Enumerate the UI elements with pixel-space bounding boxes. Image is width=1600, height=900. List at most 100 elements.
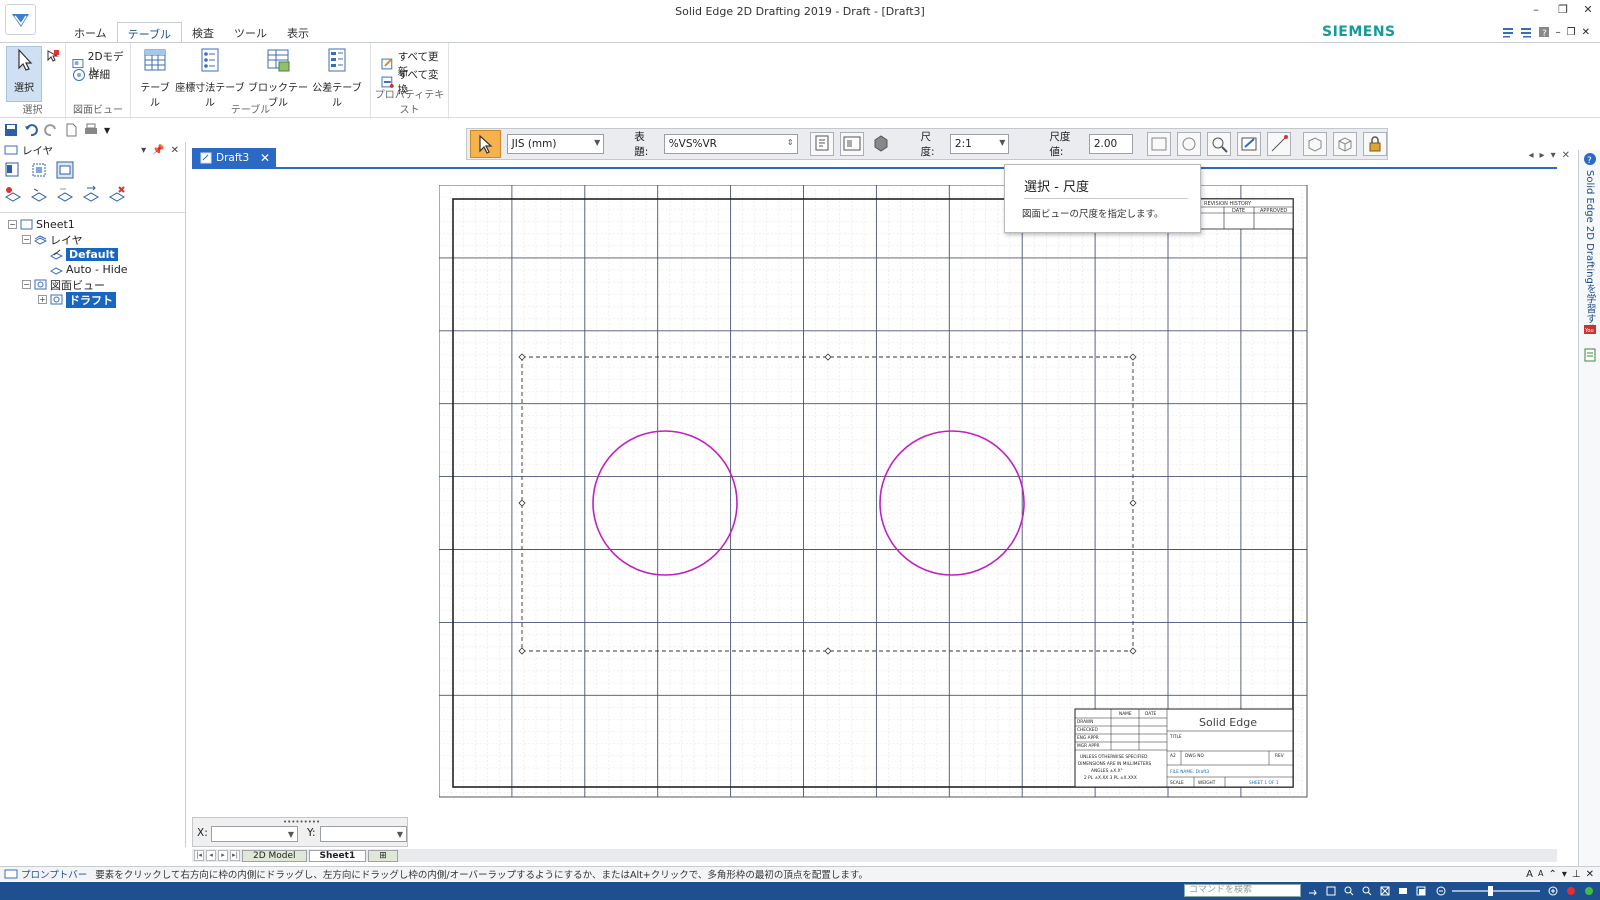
- new-layer-icon[interactable]: [4, 185, 22, 203]
- tree-item-views[interactable]: − 図面ビュー: [0, 277, 185, 292]
- ribbon-close-icon[interactable]: ✕: [1582, 27, 1590, 38]
- zoom-view-icon[interactable]: [1206, 132, 1231, 156]
- layer-tool-icon[interactable]: [4, 161, 22, 179]
- lock-icon[interactable]: [1362, 132, 1387, 156]
- tab-prev-icon[interactable]: ◂: [1529, 150, 1534, 161]
- arrow-icon[interactable]: [1308, 886, 1318, 896]
- document-tab[interactable]: Draft3 ✕: [192, 148, 276, 168]
- collapse-icon[interactable]: −: [8, 220, 17, 229]
- layout2-icon[interactable]: [1520, 26, 1532, 38]
- tol-table-button[interactable]: 公差テーブル: [309, 47, 365, 109]
- close-icon[interactable]: ✕: [1580, 3, 1596, 16]
- scale-value-input[interactable]: 2.00: [1088, 134, 1133, 154]
- notes-icon[interactable]: [1583, 348, 1597, 362]
- view-tool-icon[interactable]: [56, 161, 74, 179]
- prompt-close-icon[interactable]: ✕: [1586, 869, 1594, 880]
- tab-next-icon[interactable]: ▸: [1540, 150, 1545, 161]
- zoom-out-icon[interactable]: [1436, 886, 1446, 896]
- tab-list-icon[interactable]: ▾: [1551, 150, 1556, 161]
- expand-up-icon[interactable]: ⌃: [1548, 869, 1556, 880]
- y-input[interactable]: ▼: [320, 826, 407, 842]
- next-sheet-icon[interactable]: ▸: [218, 850, 228, 861]
- tab-table[interactable]: テーブル: [116, 22, 183, 42]
- pan-icon[interactable]: [1398, 886, 1408, 896]
- minimize-icon[interactable]: –: [1528, 3, 1544, 16]
- drawing-sheet[interactable]: REVISION HISTORY DATE APPROVED NAME DATE…: [439, 185, 1309, 799]
- undo-icon[interactable]: [24, 123, 38, 137]
- redo-icon[interactable]: [44, 123, 58, 137]
- prompt-pin-icon[interactable]: ⊥: [1572, 869, 1581, 880]
- zoom-icon[interactable]: [1344, 886, 1354, 896]
- standard-select[interactable]: JIS (mm) ▼: [506, 134, 605, 154]
- new-sheet-tab-icon[interactable]: ⊞: [368, 849, 398, 862]
- pin-icon[interactable]: 📌: [152, 145, 164, 156]
- zoom-slider[interactable]: [1452, 890, 1540, 892]
- tab-sheet1[interactable]: Sheet1: [308, 849, 367, 862]
- fit-icon[interactable]: [1380, 886, 1390, 896]
- tab-inspect[interactable]: 検査: [182, 22, 224, 42]
- zoom-area-icon[interactable]: [1326, 886, 1336, 896]
- block-table-button[interactable]: ブロックテーブル: [247, 47, 309, 109]
- new-doc-icon[interactable]: [64, 123, 78, 137]
- command-search-input[interactable]: コマンドを検索: [1184, 884, 1301, 897]
- table-button[interactable]: テーブル: [137, 47, 173, 109]
- close-tab-icon[interactable]: ✕: [260, 151, 270, 165]
- tree-item-sheet[interactable]: − Sheet1: [0, 217, 185, 232]
- tree-item-draft[interactable]: + ドラフト: [0, 291, 185, 308]
- help-icon[interactable]: ?: [1538, 26, 1550, 38]
- zoom-fit-icon[interactable]: [1362, 886, 1372, 896]
- qat-dropdown-icon[interactable]: ▼: [104, 126, 110, 135]
- select-tools-icon[interactable]: [46, 49, 60, 63]
- delete-layer-icon[interactable]: [108, 185, 126, 203]
- edit-view-icon[interactable]: [1236, 132, 1261, 156]
- last-sheet-icon[interactable]: ▸|: [230, 850, 240, 861]
- font-smaller-icon[interactable]: A: [1538, 869, 1543, 880]
- zoom-slider-thumb[interactable]: [1488, 886, 1493, 896]
- record-icon[interactable]: [1566, 886, 1576, 896]
- tab-tools[interactable]: ツール: [224, 22, 277, 42]
- view-props-icon[interactable]: [839, 132, 864, 156]
- help-circle-icon[interactable]: ?: [1583, 152, 1597, 166]
- font-larger-icon[interactable]: A: [1526, 869, 1533, 880]
- collapse-icon[interactable]: −: [22, 235, 31, 244]
- select-button[interactable]: 選択: [6, 46, 42, 102]
- tree-item-layers[interactable]: − レイヤ: [0, 232, 185, 247]
- prev-sheet-icon[interactable]: ◂: [206, 850, 216, 861]
- tab-view[interactable]: 表示: [277, 22, 319, 42]
- ribbon-restore-icon[interactable]: ❐: [1567, 27, 1576, 38]
- learn-panel-tab[interactable]: Solid Edge 2D Draftingを学習する: [1582, 170, 1597, 334]
- view-mode-icon[interactable]: [1416, 886, 1426, 896]
- layout-icon[interactable]: [1502, 26, 1514, 38]
- coord-table-button[interactable]: 座標寸法テーブル: [173, 47, 247, 109]
- shading-icon[interactable]: [870, 132, 893, 156]
- zoom-in-icon[interactable]: [1548, 886, 1558, 896]
- rotate-view-icon[interactable]: [1176, 132, 1201, 156]
- ribbon-minimize-icon[interactable]: –: [1556, 27, 1561, 38]
- x-input[interactable]: ▼: [211, 826, 298, 842]
- tab-2d-model[interactable]: 2D Model: [242, 849, 307, 862]
- save-icon[interactable]: [4, 123, 18, 137]
- caption-settings-icon[interactable]: [809, 132, 834, 156]
- detail-button[interactable]: 詳細: [72, 67, 110, 82]
- tree-item-auto-hide[interactable]: Auto - Hide: [0, 262, 185, 277]
- hide-layer-icon[interactable]: [56, 185, 74, 203]
- collapse-icon[interactable]: −: [22, 280, 31, 289]
- dimension-icon[interactable]: [1266, 132, 1291, 156]
- fit-tool-icon[interactable]: [30, 161, 48, 179]
- scale-select[interactable]: 2:1 ▼: [949, 134, 1010, 154]
- doc-close-icon[interactable]: ✕: [1562, 150, 1570, 161]
- expand-icon[interactable]: +: [38, 295, 47, 304]
- panel-menu-icon[interactable]: ▾: [141, 145, 146, 156]
- select-tool-button[interactable]: [470, 130, 501, 158]
- print-icon[interactable]: [84, 123, 98, 137]
- 3d-view-icon[interactable]: [1302, 132, 1327, 156]
- video-icon[interactable]: You: [1583, 322, 1597, 336]
- 3d-view2-icon[interactable]: [1332, 132, 1357, 156]
- caption-input[interactable]: %VS%VR ⇕: [663, 134, 798, 154]
- move-layer-icon[interactable]: [82, 185, 100, 203]
- restore-icon[interactable]: ❐: [1555, 3, 1571, 16]
- prompt-menu-icon[interactable]: ▾: [1562, 869, 1567, 880]
- tab-home[interactable]: ホーム: [64, 22, 117, 42]
- fit-view-icon[interactable]: [1146, 132, 1171, 156]
- drawing-canvas[interactable]: REVISION HISTORY DATE APPROVED NAME DATE…: [187, 168, 1557, 851]
